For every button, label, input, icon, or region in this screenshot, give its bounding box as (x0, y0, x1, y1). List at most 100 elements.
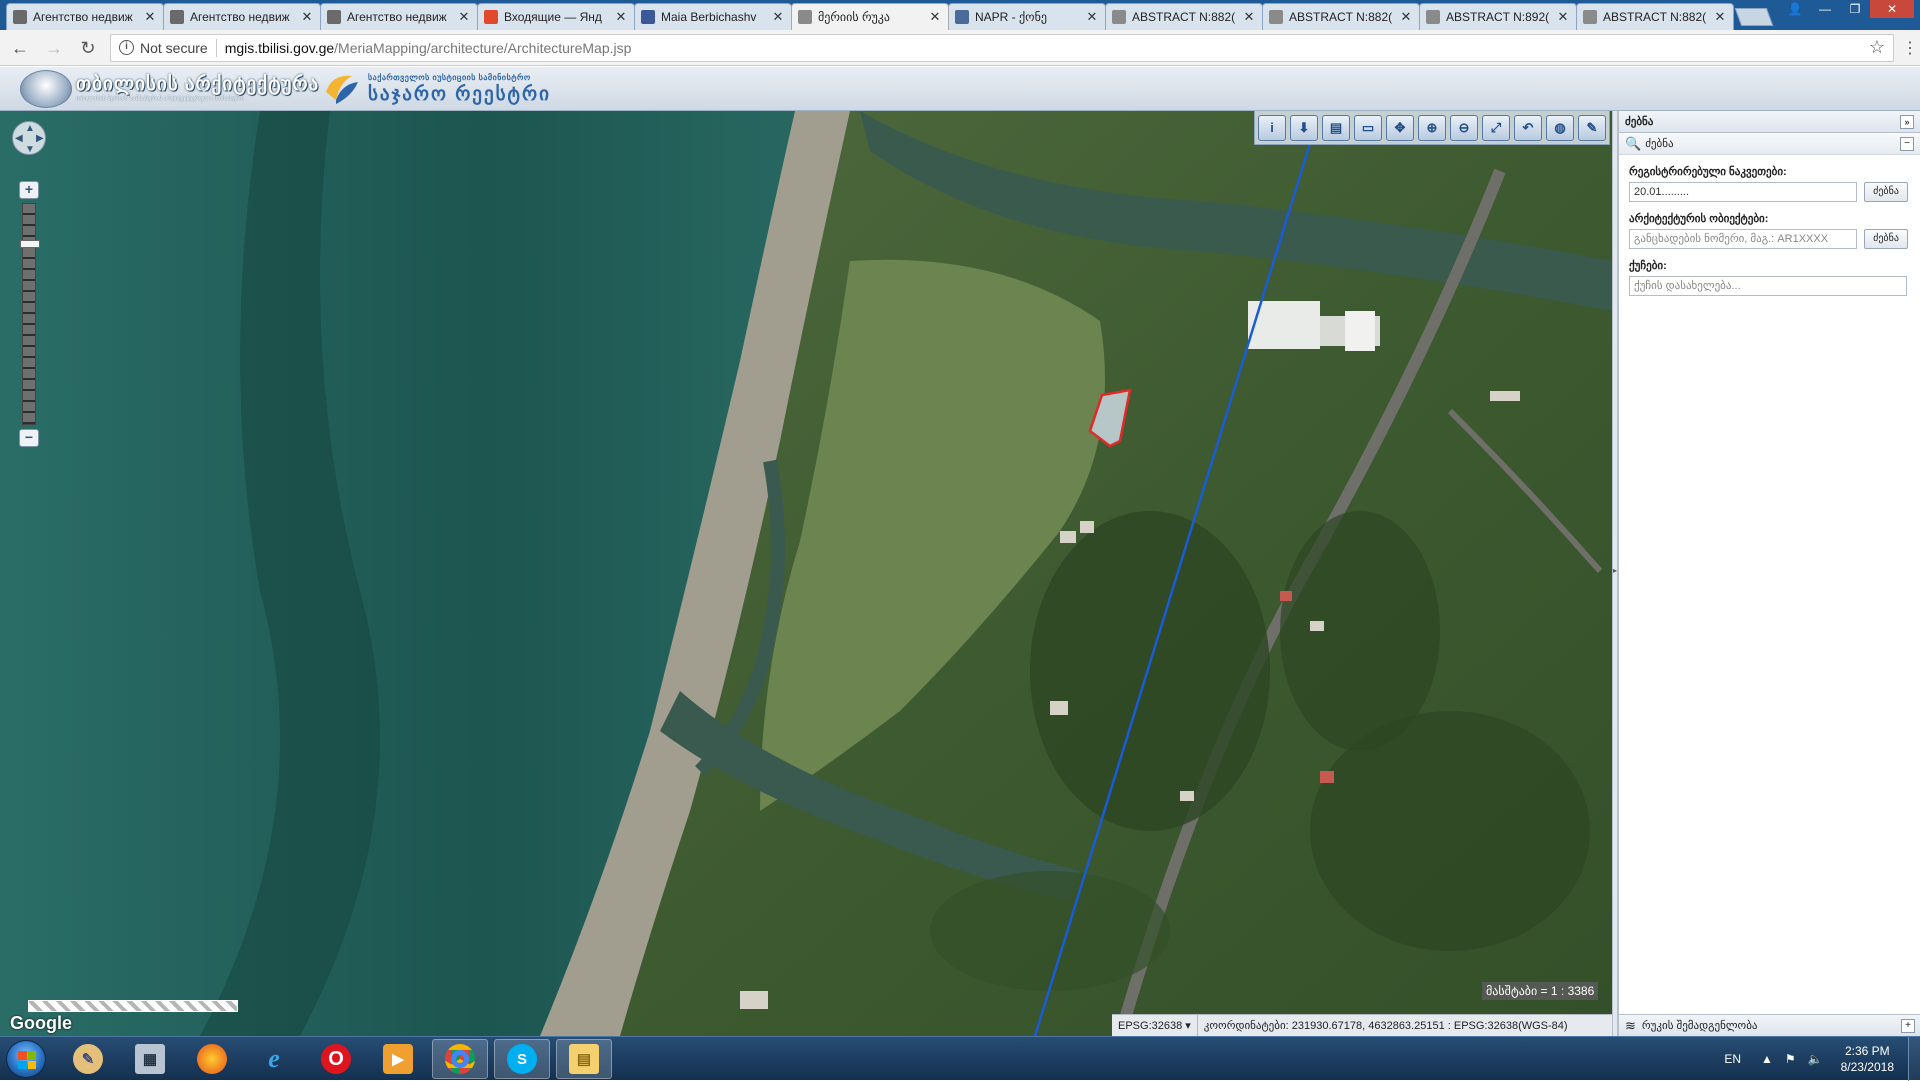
browser-menu-icon[interactable]: ⋮ (1900, 38, 1920, 58)
epsg-selector[interactable]: EPSG:32638 ▾ (1112, 1014, 1198, 1037)
person-icon (170, 10, 184, 24)
file-explorer-icon[interactable]: ▤ (556, 1039, 612, 1079)
info-icon[interactable]: i (119, 40, 134, 55)
globe-icon (798, 10, 812, 24)
search-section-title: ძებნა (1645, 138, 1674, 150)
minimize-icon[interactable]: — (1810, 0, 1840, 18)
close-tab-icon[interactable]: ✕ (771, 9, 785, 25)
volume-icon[interactable]: 🔈 (1808, 1052, 1823, 1066)
close-tab-icon[interactable]: ✕ (1085, 9, 1099, 25)
satellite-imagery[interactable] (0, 111, 1612, 1036)
architecture-input[interactable] (1629, 229, 1857, 249)
cadastral-label: რეგისტრირებული ნაკვეთები: (1629, 166, 1787, 178)
reload-icon[interactable]: ↻ (74, 34, 102, 62)
zoom-previous-icon[interactable]: ↶ (1514, 114, 1542, 141)
measure-icon[interactable]: ▭ (1354, 114, 1382, 141)
tbilisi-architecture-logo (20, 70, 72, 108)
close-tab-icon[interactable]: ✕ (928, 9, 942, 25)
maximize-icon[interactable]: ❐ (1840, 0, 1870, 18)
close-tab-icon[interactable]: ✕ (1242, 9, 1256, 25)
edit-icon[interactable]: ✎ (1578, 114, 1606, 141)
collapse-panel-icon[interactable]: » (1900, 114, 1914, 129)
architecture-search-button[interactable]: ძებნა (1864, 229, 1908, 249)
browser-tab[interactable]: ABSTRACT N:882(✕ (1105, 3, 1263, 30)
browser-tab[interactable]: Входящие — Янд ✕ (477, 3, 635, 30)
browser-tab[interactable]: ABSTRACT N:882( ✕ (1576, 3, 1734, 30)
chrome-icon[interactable] (432, 1039, 488, 1079)
logo1-subtitle: თბილისის მერიის სამსახურის არქიტექტურული… (76, 96, 244, 102)
browser-tab[interactable]: NAPR - ქონე ✕ (948, 3, 1106, 30)
street-label: ქუჩები: (1629, 260, 1667, 272)
browser-tab[interactable]: Агентство недвиж ✕ (163, 3, 321, 30)
browser-tab[interactable]: ABSTRACT N:882(✕ (1262, 3, 1420, 30)
browser-tab[interactable]: ABSTRACT N:892(✕ (1419, 3, 1577, 30)
zoom-thumb[interactable] (20, 240, 40, 248)
user-profile-icon[interactable]: 👤 (1780, 0, 1810, 18)
architecture-label: არქიტექტურის ობიექტები: (1629, 213, 1769, 225)
security-label: Not secure (140, 39, 208, 56)
cadastral-input[interactable] (1629, 182, 1857, 202)
action-center-flag-icon[interactable]: ⚑ (1785, 1052, 1796, 1066)
calculator-icon[interactable]: ▦ (122, 1039, 178, 1079)
browser-tab[interactable]: მერიის რუკა ✕ (791, 3, 949, 30)
identify-icon[interactable]: ⬇ (1290, 114, 1318, 141)
close-window-icon[interactable]: ✕ (1870, 0, 1914, 18)
close-tab-icon[interactable]: ✕ (1556, 9, 1570, 25)
close-tab-icon[interactable]: ✕ (1399, 9, 1413, 25)
browser-tab[interactable]: Maia Berbichashv ✕ (634, 3, 792, 30)
cadastral-search-button[interactable]: ძებნა (1864, 182, 1908, 202)
address-bar[interactable]: i Not secure mgis.tbilisi.gov.ge /MeriaM… (110, 33, 1894, 62)
skype-icon[interactable]: S (494, 1039, 550, 1079)
browser-toolbar: ← → ↻ i Not secure mgis.tbilisi.gov.ge /… (0, 30, 1920, 66)
zoom-track[interactable] (20, 203, 40, 425)
show-desktop-button[interactable] (1908, 1037, 1920, 1081)
tray-expand-icon[interactable]: ▲ (1761, 1052, 1773, 1066)
map-canvas[interactable]: ▲ ▼ ◀ ▶ + − i ⬇ ▤ ▭ ✥ ⊕ ⊖ ⤢ ↶ ◍ ✎ Google მასშტაბი … (0, 111, 1612, 1036)
napr-icon (955, 10, 969, 24)
bookmark-star-icon[interactable]: ☆ (1869, 37, 1885, 58)
forward-arrow-icon[interactable]: → (40, 34, 68, 62)
media-player-icon[interactable]: ▶ (370, 1039, 426, 1079)
close-tab-icon[interactable]: ✕ (457, 9, 471, 25)
zoom-in-icon[interactable]: ⊕ (1418, 114, 1446, 141)
paint-icon[interactable]: ✎ (60, 1039, 116, 1079)
back-arrow-icon[interactable]: ← (6, 34, 34, 62)
street-input[interactable] (1629, 276, 1907, 296)
map-layers-label: რუკის შემადგენლობა (1641, 1020, 1758, 1032)
tab-title: NAPR - ქონე (975, 10, 1047, 24)
zoom-minus-button[interactable]: − (19, 429, 39, 447)
search-section-header[interactable]: 🔍 ძებნა − (1619, 133, 1920, 155)
close-tab-icon[interactable]: ✕ (300, 9, 314, 25)
opera-icon[interactable]: O (308, 1039, 364, 1079)
collapse-section-icon[interactable]: − (1900, 136, 1914, 151)
zoom-slider[interactable]: + − (19, 181, 40, 451)
close-tab-icon[interactable]: ✕ (614, 9, 628, 25)
start-button[interactable] (6, 1040, 46, 1078)
zoom-out-icon[interactable]: ⊖ (1450, 114, 1478, 141)
expand-layers-icon[interactable]: + (1901, 1018, 1915, 1033)
zoom-extent-icon[interactable]: ⤢ (1482, 114, 1510, 141)
tab-title: ABSTRACT N:882( (1603, 10, 1707, 24)
document-icon (1112, 10, 1126, 24)
new-tab-button[interactable] (1734, 8, 1774, 26)
close-tab-icon[interactable]: ✕ (143, 9, 157, 25)
map-layers-bar[interactable]: ≋ რუკის შემადგენლობა + (1619, 1014, 1920, 1036)
pan-icon[interactable]: ✥ (1386, 114, 1414, 141)
scale-label: მასშტაბი = 1 : 3386 (1482, 982, 1599, 1000)
pan-control[interactable]: ▲ ▼ ◀ ▶ (12, 121, 46, 185)
app-header: თბილისის არქიტექტურა თბილისის მერიის სამ… (0, 67, 1920, 111)
close-tab-icon[interactable]: ✕ (1713, 9, 1727, 25)
logo2-title: საჯარო რეესტრი (368, 84, 551, 105)
browser-tab[interactable]: Агентство недвиж ✕ (6, 3, 164, 30)
info-icon[interactable]: i (1258, 114, 1286, 141)
zoom-plus-button[interactable]: + (19, 181, 39, 199)
mail-icon (484, 10, 498, 24)
ie-icon[interactable]: e (246, 1039, 302, 1079)
layers-table-icon[interactable]: ▤ (1322, 114, 1350, 141)
logo1-title: თბილისის არქიტექტურა (76, 74, 320, 95)
browser-tab[interactable]: Агентство недвиж ✕ (320, 3, 478, 30)
clock[interactable]: 2:36 PM 8/23/2018 (1841, 1043, 1894, 1075)
language-indicator[interactable]: EN (1724, 1052, 1741, 1066)
firefox-icon[interactable] (184, 1039, 240, 1079)
globe-icon[interactable]: ◍ (1546, 114, 1574, 141)
